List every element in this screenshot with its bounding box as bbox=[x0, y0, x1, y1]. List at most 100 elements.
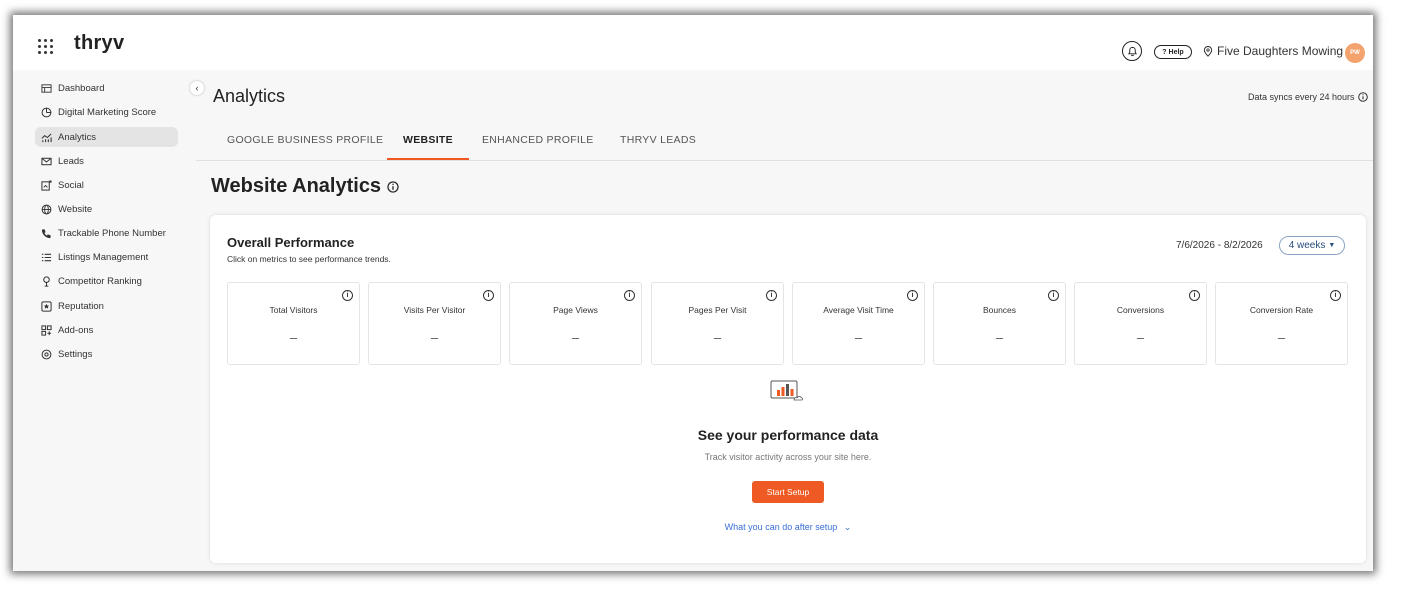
sidebar-item-label: Trackable Phone Number bbox=[58, 227, 166, 239]
empty-state-title: See your performance data bbox=[697, 427, 879, 443]
sidebar-item-label: Reputation bbox=[58, 300, 104, 312]
metric-value: – bbox=[289, 330, 298, 345]
metric-value: – bbox=[854, 330, 863, 345]
tab-website[interactable]: WEBSITE bbox=[387, 120, 469, 160]
chevron-left-icon: ‹ bbox=[195, 83, 199, 93]
sidebar-item-website[interactable]: Website bbox=[35, 199, 178, 219]
performance-card: Overall Performance Click on metrics to … bbox=[210, 215, 1366, 563]
metric-page-views[interactable]: i Page Views – bbox=[509, 282, 642, 365]
metric-label: Conversion Rate bbox=[1249, 305, 1314, 315]
social-icon bbox=[41, 179, 52, 191]
sidebar-item-analytics[interactable]: Analytics bbox=[35, 127, 178, 147]
empty-state-subtitle: Track visitor activity across your site … bbox=[704, 452, 872, 462]
sidebar-collapse-button[interactable]: ‹ bbox=[190, 81, 204, 95]
business-selector[interactable]: Five Daughters Mowing bbox=[1203, 44, 1343, 58]
sidebar-item-label: Listings Management bbox=[58, 251, 149, 263]
analytics-icon bbox=[41, 132, 52, 142]
metric-value: – bbox=[571, 330, 580, 345]
gauge-icon bbox=[41, 107, 52, 117]
app-grid-icon[interactable] bbox=[38, 39, 54, 55]
caret-down-icon: ▼ bbox=[1328, 242, 1336, 249]
info-icon[interactable]: i bbox=[907, 290, 918, 301]
metric-conversions[interactable]: i Conversions – bbox=[1074, 282, 1207, 365]
avatar[interactable]: PW bbox=[1345, 43, 1365, 63]
sidebar-item-trackable-phone-number[interactable]: Trackable Phone Number bbox=[35, 223, 178, 243]
gear-icon bbox=[41, 349, 52, 359]
tab-enhanced-profile[interactable]: ENHANCED PROFILE bbox=[482, 120, 594, 160]
sidebar-item-label: Analytics bbox=[58, 131, 97, 143]
help-button[interactable]: ? Help bbox=[1154, 45, 1192, 59]
period-value: 4 weeks bbox=[1288, 240, 1326, 251]
sidebar-item-label: Dashboard bbox=[58, 82, 105, 94]
performance-title: Overall Performance bbox=[227, 235, 355, 250]
metric-label: Pages Per Visit bbox=[688, 305, 747, 315]
info-icon[interactable]: i bbox=[483, 290, 494, 301]
sidebar-item-reputation[interactable]: Reputation bbox=[35, 296, 178, 316]
sidebar-item-dashboard[interactable]: Dashboard bbox=[35, 78, 178, 98]
thryv-logo[interactable]: thryv bbox=[74, 32, 124, 55]
metric-pages-per-visit[interactable]: i Pages Per Visit – bbox=[651, 282, 784, 365]
metric-label: Total Visitors bbox=[269, 305, 318, 315]
star-icon bbox=[41, 300, 52, 312]
app-window: thryv ? Help Five Daughters Mowing PW Da… bbox=[13, 15, 1373, 571]
after-setup-link-text: What you can do after setup bbox=[724, 522, 838, 532]
info-icon[interactable]: i bbox=[1189, 290, 1200, 301]
sidebar-item-label: Settings bbox=[58, 348, 93, 360]
sidebar-item-add-ons[interactable]: Add-ons bbox=[35, 320, 178, 340]
info-icon[interactable]: i bbox=[624, 290, 635, 301]
info-icon[interactable]: i bbox=[766, 290, 777, 301]
addons-icon bbox=[41, 324, 52, 336]
metric-value: – bbox=[1136, 330, 1145, 345]
mail-icon bbox=[41, 157, 52, 165]
sidebar-item-label: Website bbox=[58, 203, 93, 215]
metric-average-visit-time[interactable]: i Average Visit Time – bbox=[792, 282, 925, 365]
metric-label: Average Visit Time bbox=[823, 305, 894, 315]
sidebar-item-label: Social bbox=[58, 179, 84, 191]
location-pin-icon bbox=[1203, 45, 1213, 57]
metric-label: Conversions bbox=[1116, 305, 1165, 315]
metric-visits-per-visitor[interactable]: i Visits Per Visitor – bbox=[368, 282, 501, 365]
metric-value: – bbox=[1277, 330, 1286, 345]
sidebar-item-label: Leads bbox=[58, 155, 84, 167]
after-setup-link[interactable]: What you can do after setup ⌄ bbox=[210, 522, 1366, 533]
info-icon[interactable]: i bbox=[1330, 290, 1341, 301]
sidebar-item-label: Add-ons bbox=[58, 324, 94, 336]
sidebar-item-label: Digital Marketing Score bbox=[58, 106, 157, 118]
business-name: Five Daughters Mowing bbox=[1217, 44, 1344, 58]
info-icon[interactable] bbox=[387, 180, 399, 193]
metric-value: – bbox=[430, 330, 439, 345]
sync-note: Data syncs every 24 hours bbox=[1248, 92, 1368, 102]
sidebar-item-label: Competitor Ranking bbox=[58, 275, 142, 287]
metric-label: Visits Per Visitor bbox=[403, 305, 466, 315]
info-icon[interactable] bbox=[1357, 92, 1368, 102]
metric-label: Page Views bbox=[553, 305, 598, 315]
phone-icon bbox=[41, 228, 51, 238]
trophy-icon bbox=[43, 275, 50, 287]
metric-conversion-rate[interactable]: i Conversion Rate – bbox=[1215, 282, 1348, 365]
metric-total-visitors[interactable]: i Total Visitors – bbox=[227, 282, 360, 365]
sidebar-item-digital-marketing-score[interactable]: Digital Marketing Score bbox=[35, 102, 178, 122]
chevron-down-icon: ⌄ bbox=[843, 522, 852, 532]
sidebar-item-competitor-ranking[interactable]: Competitor Ranking bbox=[35, 271, 178, 291]
sidebar-item-social[interactable]: Social bbox=[35, 175, 178, 195]
sidebar-item-listings-management[interactable]: Listings Management bbox=[35, 247, 178, 267]
list-icon bbox=[41, 253, 52, 261]
info-icon[interactable]: i bbox=[1048, 290, 1059, 301]
metric-value: – bbox=[995, 330, 1004, 345]
notification-bell-icon[interactable] bbox=[1122, 41, 1142, 61]
performance-subtitle: Click on metrics to see performance tren… bbox=[227, 254, 391, 264]
metric-bounces[interactable]: i Bounces – bbox=[933, 282, 1066, 365]
dashboard-icon bbox=[41, 83, 52, 93]
start-setup-button[interactable]: Start Setup bbox=[752, 481, 824, 503]
period-dropdown[interactable]: 4 weeks ▼ bbox=[1279, 236, 1345, 255]
sync-note-text: Data syncs every 24 hours bbox=[1248, 92, 1355, 102]
info-icon[interactable]: i bbox=[342, 290, 353, 301]
section-title-text: Website Analytics bbox=[211, 175, 382, 197]
section-title: Website Analytics bbox=[211, 175, 399, 198]
sidebar-item-settings[interactable]: Settings bbox=[35, 344, 178, 364]
tab-thryv-leads[interactable]: THRYV LEADS bbox=[620, 120, 696, 160]
tab-google-business-profile[interactable]: GOOGLE BUSINESS PROFILE bbox=[227, 120, 383, 160]
metric-value: – bbox=[713, 330, 722, 345]
sidebar-item-leads[interactable]: Leads bbox=[35, 151, 178, 171]
top-bar: thryv ? Help Five Daughters Mowing PW bbox=[13, 15, 1373, 70]
